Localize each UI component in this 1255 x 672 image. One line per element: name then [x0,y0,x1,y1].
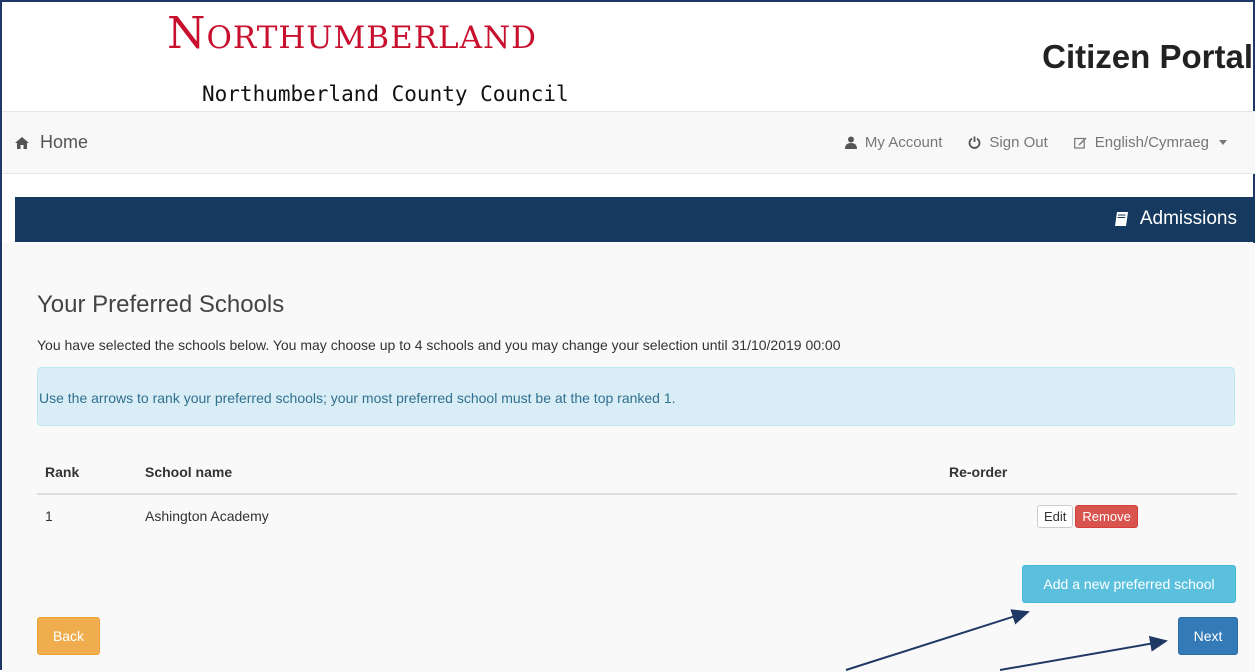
section-title: Admissions [1114,208,1237,230]
next-button[interactable]: Next [1178,617,1238,655]
nav-home-link[interactable]: Home [14,132,88,153]
section-header-bar: Admissions [15,197,1255,242]
add-preferred-school-button[interactable]: Add a new preferred school [1022,565,1236,603]
nav-my-account[interactable]: My Account [844,134,943,151]
column-header-school-name: School name [137,451,941,495]
edit-icon [1073,137,1087,149]
page-title: Your Preferred Schools [37,291,285,318]
nav-my-account-label: My Account [864,134,943,151]
table-header-row: Rank School name Re-order [37,451,1237,495]
logo-wordmark: Northumberland [167,8,537,59]
nav-language-dropdown[interactable]: English/Cymraeg [1073,134,1227,151]
section-title-label: Admissions [1139,208,1237,229]
info-alert-text: Use the arrows to rank your preferred sc… [39,390,676,406]
home-icon [15,136,29,149]
main-content: Your Preferred Schools You have selected… [2,243,1255,672]
intro-text: You have selected the schools below. You… [37,337,841,353]
logo-subtitle: Northumberland County Council [202,82,569,106]
preferred-schools-table: Rank School name Re-order 1 Ashington Ac… [37,451,1237,537]
edit-button[interactable]: Edit [1037,504,1074,528]
rank-cell: 1 [45,508,53,524]
nav-language-label: English/Cymraeg [1094,134,1209,151]
nav-home-label: Home [40,132,89,152]
nav-sign-out-label: Sign Out [989,134,1048,151]
chevron-down-icon [1219,140,1227,145]
power-icon [969,136,981,149]
portal-title: Citizen Portal [1042,38,1253,75]
nav-sign-out[interactable]: Sign Out [968,134,1048,151]
book-icon [1114,212,1128,226]
column-header-reorder: Re-order [941,451,1237,495]
column-header-rank: Rank [37,451,137,495]
user-icon [844,136,857,149]
top-navbar: Home My Account Sign Out English/Cymraeg [2,111,1255,174]
back-button[interactable]: Back [37,617,100,655]
school-name-cell: Ashington Academy [145,508,269,524]
council-logo[interactable]: Northumberland Northumberland County Cou… [167,8,607,107]
table-row: 1 Ashington Academy Edit Remove [37,494,1237,537]
remove-button[interactable]: Remove [1075,504,1138,528]
actions-cell: Edit Remove [941,494,1237,537]
nav-right-menu: My Account Sign Out English/Cymraeg [844,134,1227,151]
info-alert: Use the arrows to rank your preferred sc… [37,367,1235,426]
